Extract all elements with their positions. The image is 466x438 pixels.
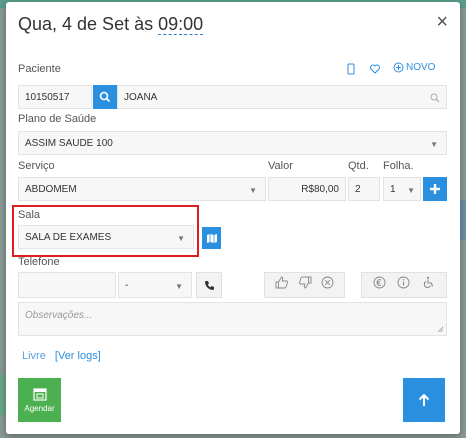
quantity-field[interactable]: 2 (348, 177, 380, 201)
info-circle-icon[interactable] (397, 276, 410, 294)
chevron-down-icon: ▼ (430, 140, 438, 149)
patient-name-value: JOANA (124, 91, 158, 103)
appointment-modal: Qua, 4 de Set às 09:00 × Paciente NOVO 1… (6, 2, 460, 434)
price-label: Valor (268, 160, 293, 172)
modal-title: Qua, 4 de Set às 09:00 (18, 14, 204, 35)
footer-status-row: Livre [Ver logs] (22, 350, 101, 362)
new-patient-button[interactable]: NOVO (393, 62, 435, 73)
search-icon (430, 93, 440, 103)
chevron-down-icon: ▼ (249, 186, 257, 195)
room-select[interactable]: SALA DE EXAMES ▼ (18, 225, 194, 249)
search-icon (99, 91, 111, 103)
health-plan-label: Plano de Saúde (18, 113, 97, 125)
status-free-label: Livre (22, 350, 46, 362)
phone-icon (204, 280, 214, 290)
chevron-down-icon: ▼ (407, 186, 415, 195)
chevron-down-icon: ▼ (175, 282, 183, 291)
phone-number-field[interactable] (18, 272, 116, 298)
heart-icon[interactable] (369, 62, 381, 80)
patient-label: Paciente (18, 63, 61, 75)
status-button-group (361, 272, 447, 298)
wheelchair-icon[interactable] (422, 276, 435, 294)
calendar-icon (32, 388, 47, 401)
map-icon (206, 233, 217, 243)
health-plan-value: ASSIM SAUDE 100 (25, 137, 113, 149)
service-label: Serviço (18, 160, 55, 172)
service-select[interactable]: ABDOMEM ▼ (18, 177, 266, 201)
background-strip-right (460, 200, 466, 240)
notes-field[interactable]: Observações... (18, 302, 447, 336)
plus-icon (430, 184, 440, 194)
sheet-value: 1 (390, 183, 396, 195)
room-map-button[interactable] (202, 227, 221, 249)
thumbs-up-icon[interactable] (275, 276, 289, 294)
view-logs-link[interactable]: [Ver logs] (55, 350, 101, 362)
call-button[interactable] (196, 272, 222, 298)
chevron-down-icon: ▼ (177, 234, 185, 243)
schedule-button-label: Agendar (24, 404, 55, 413)
sheet-label: Folha. (383, 160, 414, 172)
arrow-up-icon (418, 393, 430, 406)
add-service-button[interactable] (423, 177, 447, 201)
price-field[interactable]: R$80,00 (268, 177, 346, 201)
patient-name-field[interactable]: JOANA (117, 85, 447, 109)
room-value: SALA DE EXAMES (25, 231, 112, 243)
schedule-button[interactable]: Agendar (18, 378, 61, 422)
patient-code-field[interactable]: 10150517 (18, 85, 92, 109)
title-date: Qua, 4 de Set às (18, 14, 159, 34)
mobile-icon[interactable] (346, 62, 356, 80)
new-patient-label: NOVO (406, 62, 436, 73)
patient-search-button[interactable] (93, 85, 117, 109)
title-time[interactable]: 09:00 (158, 14, 204, 35)
sheet-select[interactable]: 1 ▼ (383, 177, 421, 201)
cancel-circle-icon[interactable] (321, 276, 334, 294)
thumbs-down-icon[interactable] (298, 276, 312, 294)
room-label: Sala (18, 209, 41, 221)
feedback-button-group (264, 272, 345, 298)
health-plan-select[interactable]: ASSIM SAUDE 100 ▼ (18, 131, 447, 155)
currency-icon[interactable] (373, 276, 386, 294)
quantity-label: Qtd. (348, 160, 369, 172)
plus-circle-icon (393, 62, 404, 73)
phone-type-value: - (125, 279, 129, 291)
close-button[interactable]: × (436, 12, 448, 32)
scroll-top-button[interactable] (403, 378, 445, 422)
resize-handle-icon[interactable] (437, 326, 444, 333)
phone-type-select[interactable]: - ▼ (118, 272, 192, 298)
phone-label: Telefone (18, 256, 60, 268)
service-value: ABDOMEM (25, 183, 77, 195)
notes-placeholder: Observações... (25, 310, 93, 321)
